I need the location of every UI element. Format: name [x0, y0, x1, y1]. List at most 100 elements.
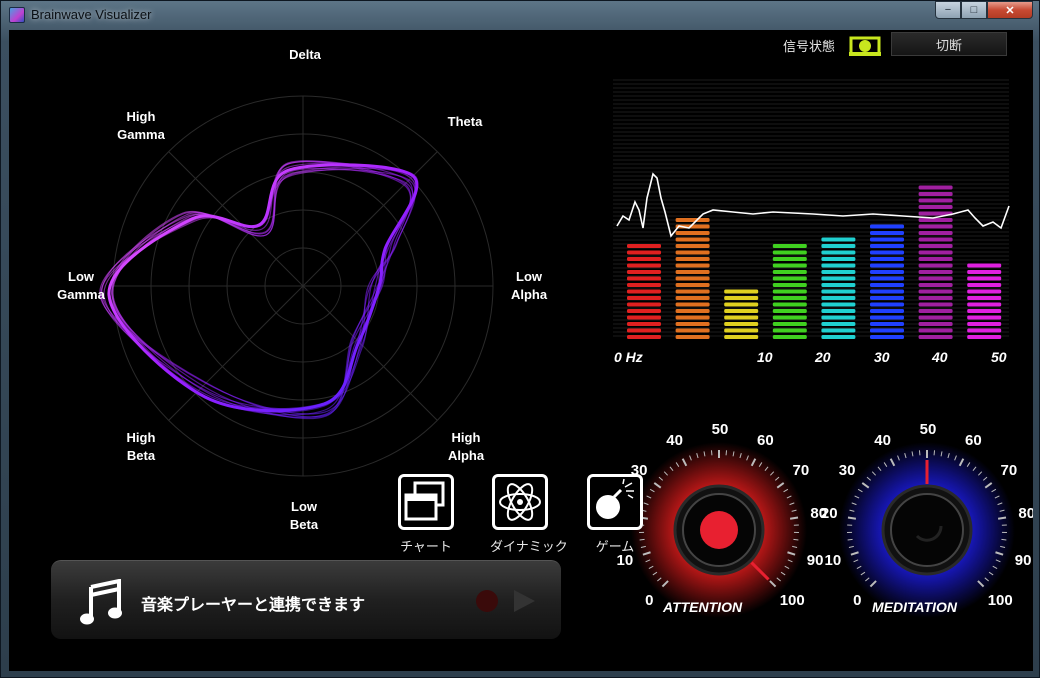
spectrum-bar-segment — [870, 250, 904, 255]
spectrum-bar-segment — [967, 315, 1002, 320]
music-player-bar[interactable]: 音楽プレーヤーと連携できます — [51, 560, 561, 639]
spectrum-bar-segment — [675, 263, 710, 268]
gauge-tick-label: 50 — [919, 421, 937, 438]
spectrum-bar-segment — [870, 257, 904, 261]
player-message: 音楽プレーヤーと連携できます — [141, 597, 366, 614]
bomb-icon[interactable] — [587, 474, 643, 530]
spectrum-bar-segment — [918, 328, 953, 333]
spectrum-bar-segment — [772, 270, 807, 274]
spectrum-bar-segment — [772, 257, 807, 261]
spectrum-bar-segment — [918, 205, 953, 209]
spectrum-bar-segment — [821, 270, 856, 274]
gauge-tick-label: 0 — [853, 591, 862, 609]
app-icon — [9, 7, 25, 23]
spectrum-bar-segment — [772, 250, 807, 255]
radar-label-high-beta: High Beta — [126, 430, 156, 463]
maximize-button[interactable]: □ — [961, 1, 987, 19]
gauge-tick — [997, 516, 1007, 520]
radar-label-low-beta: Low Beta — [289, 499, 319, 532]
spectrum-bar-segment — [627, 302, 661, 307]
spectrum-bar-segment — [870, 231, 904, 235]
gauge-tick-label: 50 — [711, 421, 729, 438]
spectrum-bar-segment — [918, 250, 953, 255]
radar-label-high-alpha: High Alpha — [447, 430, 485, 463]
gauge-tick-label: 100 — [779, 591, 805, 609]
gauge-tick-label: 30 — [838, 462, 856, 480]
gauge-tick-label: 0 — [645, 591, 654, 609]
play-icon[interactable] — [511, 588, 537, 614]
spectrum-bar-segment — [724, 328, 759, 333]
spectrum-bar-segment — [918, 335, 953, 339]
spectrum-bar-segment — [675, 283, 710, 287]
spectrum-bar-segment — [627, 289, 661, 294]
spectrum-bar-segment — [772, 289, 807, 294]
spectrum-bar-segment — [772, 263, 807, 268]
chart-windows-icon[interactable] — [398, 474, 454, 530]
radar-spoke — [168, 285, 304, 421]
spectrum-bar-segment — [870, 224, 904, 229]
nav-chart-label: チャート — [400, 539, 452, 554]
spectrum-bar-segment — [821, 244, 856, 248]
nav-game[interactable]: ゲーム — [585, 474, 645, 555]
spectrum-bar-segment — [675, 315, 710, 320]
spectrum-bar-segment — [967, 322, 1002, 326]
spectrum-bar-segment — [772, 296, 807, 300]
spectrum-bar-segment — [870, 283, 904, 287]
radar-label-delta: Delta — [289, 47, 321, 62]
spectrum-bar-segment — [918, 244, 953, 248]
gauge-tick — [847, 516, 857, 520]
radar-trace — [109, 161, 411, 420]
spectrum-panel — [613, 79, 1010, 339]
spectrum-bar-segment — [967, 309, 1002, 313]
spectrum-bar-segment — [967, 328, 1002, 333]
spectrum-bar-segment — [627, 263, 661, 268]
spectrum-bar-segment — [967, 276, 1002, 281]
signal-status-label: 信号状態 — [783, 39, 836, 54]
spectrum-bar-segment — [918, 270, 953, 274]
attention-title: ATTENTION — [663, 599, 743, 615]
spectrum-bar-segment — [918, 302, 953, 307]
gauge-tick-label: 100 — [987, 591, 1013, 609]
gauge-tick-label: 70 — [792, 462, 810, 480]
disconnect-button[interactable]: 切断 — [891, 32, 1007, 56]
window-controls: − □ ✕ — [935, 1, 1033, 21]
nav-dynamic[interactable]: ダイナミック — [490, 474, 568, 555]
spectrum-bar-segment — [675, 218, 710, 222]
spectrum-bar-segment — [724, 315, 759, 320]
spectrum-bar-segment — [675, 250, 710, 255]
spectrum-bar-segment — [772, 276, 807, 281]
title-bar[interactable]: Brainwave Visualizer − □ ✕ — [1, 1, 1039, 29]
client-area: 信号状態 切断 Delta Theta Low Alpha High Alpha L… — [9, 30, 1033, 671]
record-icon[interactable] — [475, 589, 499, 613]
nav-dynamic-label: ダイナミック — [490, 539, 568, 554]
spectrum-bar-segment — [870, 276, 904, 281]
gauge-tick — [789, 516, 799, 520]
spectrum-bar-segment — [821, 296, 856, 300]
spectrum-bar-segment — [627, 250, 661, 255]
spectrum-bar-segment — [918, 276, 953, 281]
radar-label-theta: Theta — [447, 114, 483, 129]
spectrum-bar-segment — [821, 322, 856, 326]
spectrum-bar-segment — [627, 244, 661, 248]
spectrum-bar-segment — [918, 296, 953, 300]
gauge-tick-label: 60 — [757, 431, 774, 449]
minimize-button[interactable]: − — [935, 1, 961, 19]
window-title: Brainwave Visualizer — [31, 7, 152, 22]
gauge-tick-label: 80 — [1018, 505, 1033, 523]
nav-chart[interactable]: チャート — [396, 474, 456, 555]
spectrum-bar-segment — [675, 276, 710, 281]
atom-icon[interactable] — [492, 474, 548, 530]
gauge-tick-label: 70 — [1000, 462, 1018, 480]
spectrum-bar-segment — [967, 302, 1002, 307]
spectrum-bar-segment — [821, 309, 856, 313]
radar-label-low-alpha: Low Alpha — [510, 269, 548, 302]
spectrum-bar-segment — [918, 185, 953, 190]
gauge-tick-label: 40 — [666, 431, 683, 449]
app-window: Brainwave Visualizer − □ ✕ 信号状態 切断 Delta… — [0, 0, 1040, 678]
attention-center — [700, 511, 738, 549]
spectrum-bar-segment — [724, 289, 759, 294]
close-button[interactable]: ✕ — [987, 1, 1033, 19]
gauge-tick-label: 90 — [1014, 551, 1032, 569]
spectrum-bar-segment — [627, 335, 661, 339]
spectrum-bar-segment — [627, 322, 661, 326]
